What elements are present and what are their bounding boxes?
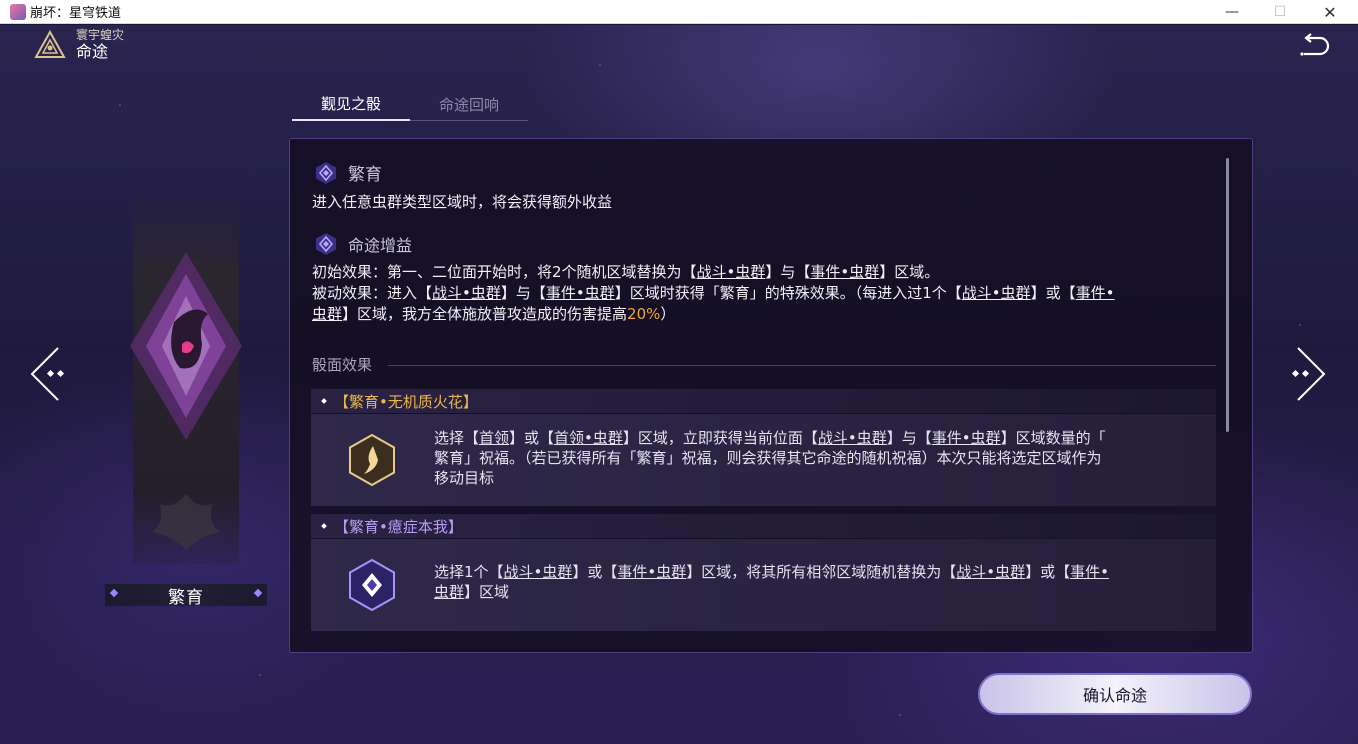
minimize-button[interactable]: — [1209,0,1255,24]
text-run: 】区域，将其所有相邻区域随机替换为【 [686,563,957,581]
text-run: ） [660,305,676,323]
text-run: 】区域，我方全体施放普攻造成的伤害提高 [342,305,628,323]
text-run: 】区域数量的「 [1000,429,1106,447]
dice-item-description: 选择1个【战斗•虫群】或【事件•虫群】区域，将其所有相邻区域随机替换为【战斗•虫… [434,562,1194,602]
bullet-icon [321,398,327,404]
path-section-title: 繁育 [348,165,382,185]
dice-item-header: 【繁育•无机质火花】 [311,389,1216,413]
keyword-link[interactable]: 事件• [1070,563,1109,581]
previous-path-button[interactable] [28,346,74,402]
text-run: 】区域。 [879,263,940,281]
chevron-left-icon [30,347,65,401]
keyword-link[interactable]: 虫群 [312,305,342,323]
keyword-link[interactable]: 虫群 [434,583,464,601]
close-button[interactable]: ✕ [1307,0,1353,24]
scrollbar[interactable] [1226,158,1229,432]
dice-item-name: 【繁育•无机质火花】 [334,392,478,411]
text-run: 】与【 [500,284,546,302]
text-run: 初始效果：第一、二位面开始时，将2个随机区域替换为【 [312,263,697,281]
label-dot-icon [109,588,119,598]
keyword-link[interactable]: 事件•虫群 [932,429,1001,447]
dice-item-name: 【繁育•癔症本我】 [334,517,463,536]
path-emblem-icon [34,29,66,58]
keyword-link[interactable]: 事件•虫群 [617,563,686,581]
path-card-label: 繁育 [105,584,267,608]
faction-watermark-icon [152,494,220,550]
tab-path-resonance[interactable]: 命途回响 [410,88,528,121]
dice-item-header: 【繁育•癔症本我】 [311,514,1216,538]
text-run: 繁育」祝福。（若已获得所有「繁育」祝福，则会获得其它命途的随机祝福）本次只能将选… [434,449,1102,467]
path-hex-icon [316,161,336,184]
window-titlebar: 崩坏：星穹铁道 — ☐ ✕ [0,0,1358,24]
keyword-link[interactable]: 战斗•虫群 [818,429,887,447]
bonus-hex-icon [316,233,336,255]
text-run: 】区域时获得「繁育」的特殊效果。（每进入过1个【 [614,284,962,302]
keyword-link[interactable]: 战斗•虫群 [956,563,1025,581]
text-run: 选择1个【 [434,563,504,581]
keyword-link[interactable]: 战斗•虫群 [432,284,501,302]
spark-dice-icon [349,434,395,486]
bonus-section-header: 命途增益 [314,232,412,256]
path-header: 寰宇蝗灾 命途 [34,28,124,62]
bonus-initial-effect: 初始效果：第一、二位面开始时，将2个随机区域替换为【战斗•虫群】与【事件•虫群】… [312,262,939,282]
page-title: 命途 [76,42,109,61]
keyword-link[interactable]: 首领 [479,429,509,447]
text-run: 】区域，立即获得当前位面【 [622,429,818,447]
psyche-dice-icon [349,559,395,611]
damage-bonus-value: 20% [627,305,661,323]
window-title: 崩坏：星穹铁道 [30,6,122,21]
confirm-path-button[interactable]: 确认命途 [978,673,1252,715]
app-icon [10,3,26,20]
path-description: 进入任意虫群类型区域时，将会获得额外收益 [312,193,613,211]
text-run: 选择【 [434,429,480,447]
text-run: 】与【 [765,263,811,281]
next-path-button[interactable] [1282,346,1328,402]
text-run: 】或【 [509,429,555,447]
text-run: 】区域 [464,583,510,601]
text-run: 被动效果：进入【 [312,284,433,302]
label-dot-icon [253,588,263,598]
bonus-passive-effect-cont: 虫群】区域，我方全体施放普攻造成的伤害提高20%） [312,304,675,324]
divider [388,365,1216,366]
keyword-link[interactable]: 战斗•虫群 [962,284,1031,302]
text-run: 】与【 [886,429,932,447]
back-button[interactable] [1296,30,1332,62]
bonus-section-title: 命途增益 [348,236,413,255]
bullet-icon [321,523,327,529]
dice-section-title: 骰面效果 [312,356,373,374]
propagation-emblem-icon [130,252,242,440]
dice-item-description: 选择【首领】或【首领•虫群】区域，立即获得当前位面【战斗•虫群】与【事件•虫群】… [434,428,1194,488]
path-card-name: 繁育 [168,587,204,608]
maximize-button[interactable]: ☐ [1257,0,1303,24]
keyword-link[interactable]: 事件• [1076,284,1115,302]
path-section-header: 繁育 [314,160,382,185]
keyword-link[interactable]: 战斗•虫群 [697,263,766,281]
keyword-link[interactable]: 事件•虫群 [810,263,879,281]
text-run: 】或【 [572,563,618,581]
text-run: 】或【 [1025,563,1071,581]
tab-bar: 觐见之骰 命途回响 [292,88,528,121]
header-subtitle: 寰宇蝗灾 [76,28,125,42]
chevron-right-icon [1291,347,1326,401]
keyword-link[interactable]: 事件•虫群 [546,284,615,302]
bonus-passive-effect: 被动效果：进入【战斗•虫群】与【事件•虫群】区域时获得「繁育」的特殊效果。（每进… [312,283,1115,303]
keyword-link[interactable]: 首领•虫群 [554,429,623,447]
text-run: 移动目标 [434,469,495,487]
tab-dice[interactable]: 觐见之骰 [292,88,410,121]
keyword-link[interactable]: 战斗•虫群 [504,563,573,581]
text-run: 】或【 [1030,284,1076,302]
return-icon [1300,33,1330,56]
